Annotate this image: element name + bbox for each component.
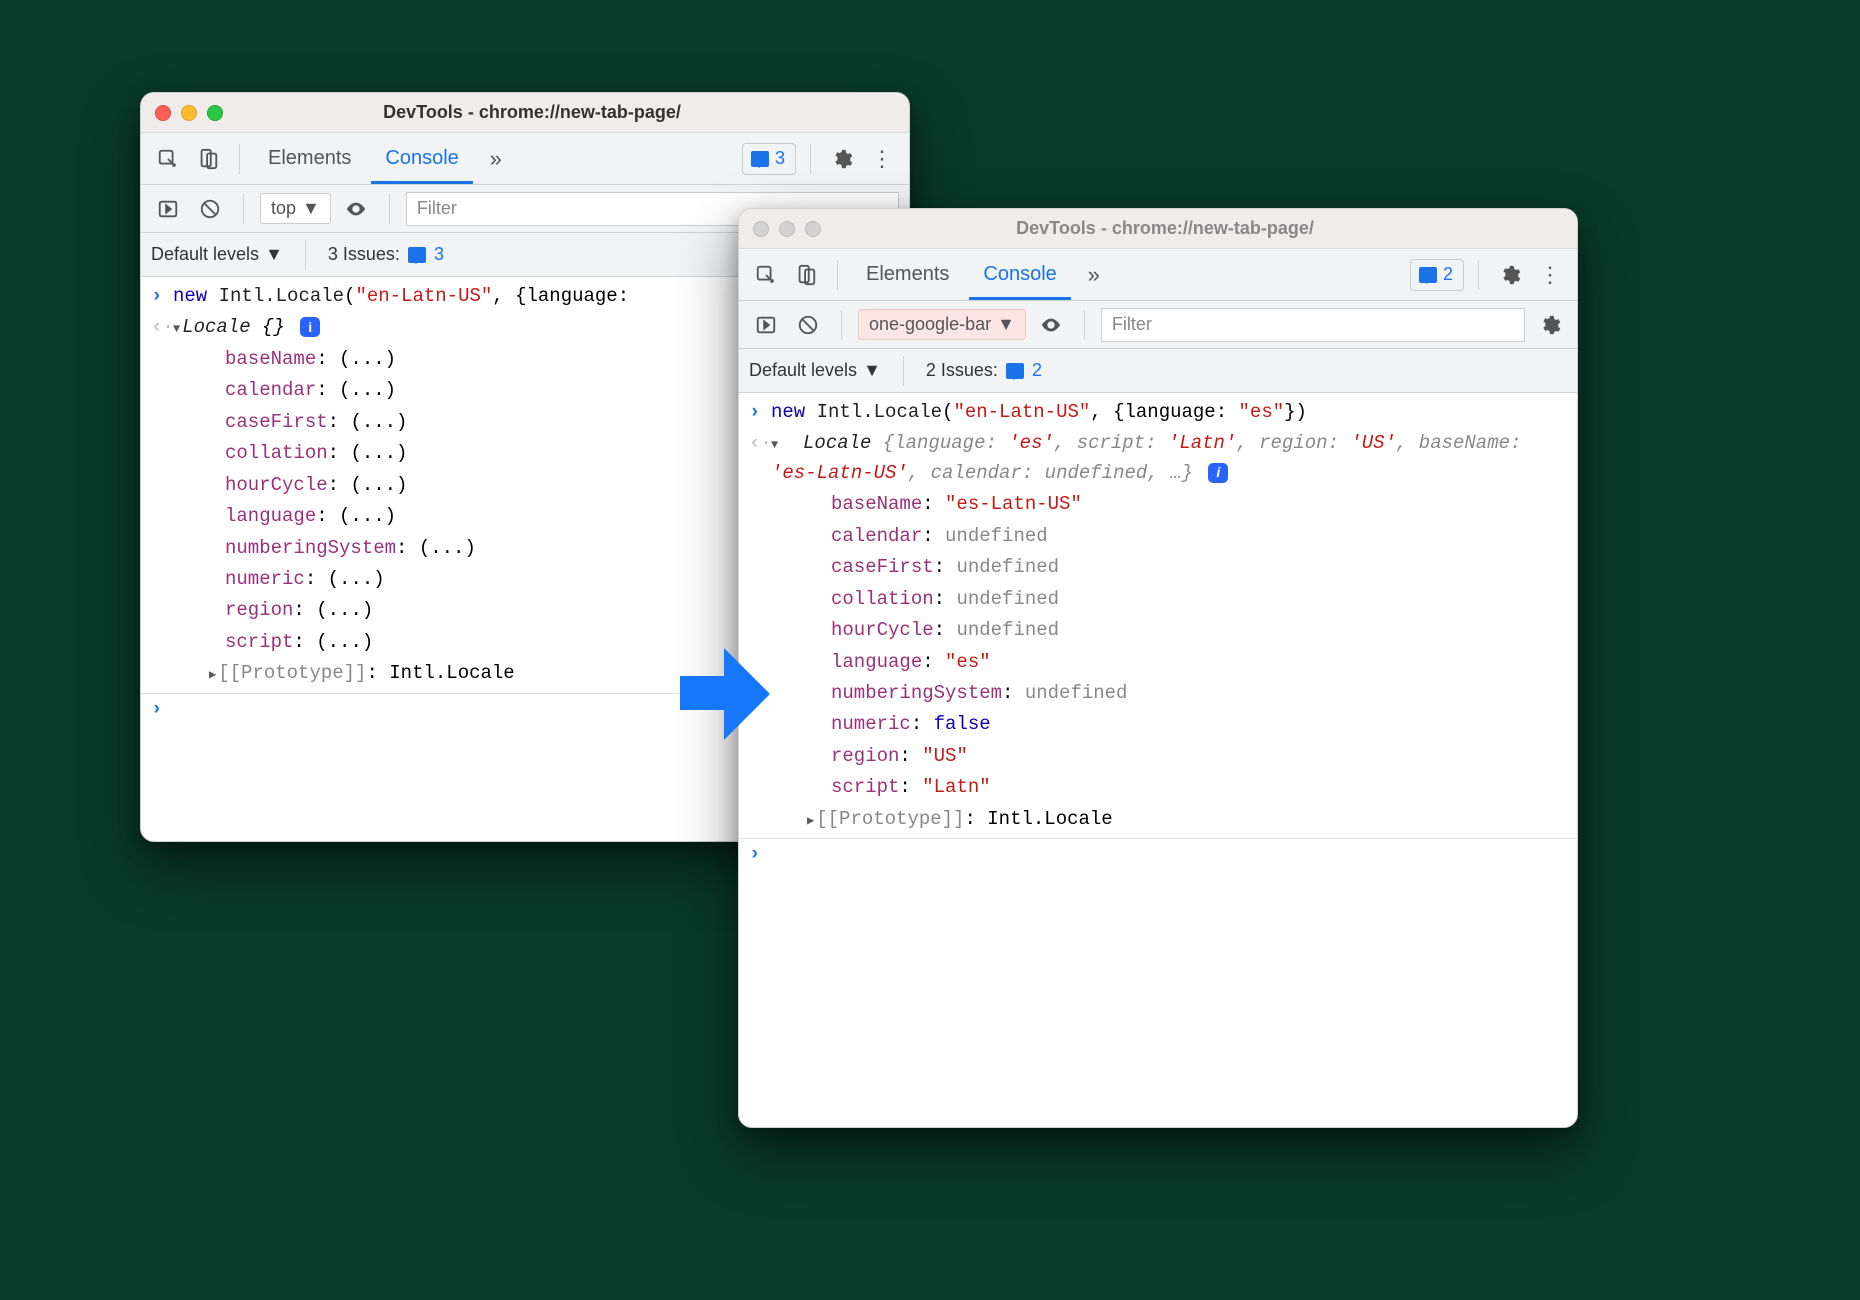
expand-icon bbox=[771, 429, 778, 458]
expand-icon[interactable] bbox=[209, 659, 216, 688]
device-icon[interactable] bbox=[191, 142, 225, 176]
chevron-down-icon: ▼ bbox=[265, 244, 283, 265]
issues-badge[interactable]: 2 bbox=[1410, 259, 1464, 291]
object-property[interactable]: collation: undefined bbox=[771, 585, 1565, 614]
issues-count: 3 bbox=[434, 244, 444, 265]
kebab-icon[interactable]: ⋮ bbox=[1533, 258, 1567, 292]
levels-selector[interactable]: Default levels ▼ bbox=[151, 244, 283, 265]
eye-icon[interactable] bbox=[339, 192, 373, 226]
object-property[interactable]: baseName: "es-Latn-US" bbox=[771, 490, 1565, 519]
tab-elements[interactable]: Elements bbox=[852, 249, 963, 300]
message-icon bbox=[1419, 267, 1437, 283]
eye-icon[interactable] bbox=[1034, 308, 1068, 342]
divider bbox=[841, 310, 842, 340]
sidebar-toggle-icon[interactable] bbox=[749, 308, 783, 342]
chevron-down-icon: ▼ bbox=[302, 198, 320, 219]
divider bbox=[903, 356, 904, 386]
divider bbox=[1478, 260, 1479, 290]
object-property[interactable]: calendar: undefined bbox=[771, 522, 1565, 551]
info-icon[interactable]: i bbox=[300, 317, 320, 337]
message-icon bbox=[1006, 363, 1024, 379]
issues-count: 2 bbox=[1032, 360, 1042, 381]
issues-link[interactable]: 2 Issues: 2 bbox=[926, 360, 1042, 381]
context-label: top bbox=[271, 198, 296, 219]
issues-link[interactable]: 3 Issues: 3 bbox=[328, 244, 444, 265]
console-input-line[interactable]: new Intl.Locale("en-Latn-US", {language:… bbox=[771, 398, 1565, 427]
prompt-icon[interactable]: › bbox=[749, 840, 771, 869]
titlebar[interactable]: DevTools - chrome://new-tab-page/ bbox=[739, 209, 1577, 249]
more-tabs-icon[interactable]: » bbox=[1077, 258, 1111, 292]
prompt-icon: › bbox=[151, 282, 173, 311]
object-property[interactable]: language: "es" bbox=[771, 648, 1565, 677]
object-property[interactable]: numberingSystem: undefined bbox=[771, 679, 1565, 708]
object-property[interactable]: script: "Latn" bbox=[771, 773, 1565, 802]
clear-icon[interactable] bbox=[791, 308, 825, 342]
arrow-icon bbox=[680, 648, 770, 738]
window-title: DevTools - chrome://new-tab-page/ bbox=[169, 102, 895, 123]
inspect-icon[interactable] bbox=[151, 142, 185, 176]
titlebar[interactable]: DevTools - chrome://new-tab-page/ bbox=[141, 93, 909, 133]
filter-placeholder: Filter bbox=[1112, 314, 1152, 335]
tab-console[interactable]: Console bbox=[969, 249, 1070, 300]
console-toolbar-secondary: Default levels ▼ 2 Issues: 2 bbox=[739, 349, 1577, 393]
issues-text: 3 Issues: bbox=[328, 244, 400, 265]
clear-icon[interactable] bbox=[193, 192, 227, 226]
prototype-row[interactable]: [[Prototype]]: Intl.Locale bbox=[771, 805, 1565, 834]
inspect-icon[interactable] bbox=[749, 258, 783, 292]
filter-placeholder: Filter bbox=[417, 198, 457, 219]
chevron-down-icon: ▼ bbox=[997, 314, 1015, 335]
divider bbox=[1084, 310, 1085, 340]
issues-count: 3 bbox=[775, 148, 785, 169]
console-input[interactable] bbox=[771, 840, 1565, 869]
prompt-icon[interactable]: › bbox=[151, 695, 173, 724]
window-title: DevTools - chrome://new-tab-page/ bbox=[767, 218, 1563, 239]
context-selector[interactable]: one-google-bar ▼ bbox=[858, 309, 1026, 340]
devtools-window-right: DevTools - chrome://new-tab-page/ Elemen… bbox=[738, 208, 1578, 1128]
divider bbox=[810, 144, 811, 174]
prompt-icon: › bbox=[749, 398, 771, 427]
result-icon: ‹· bbox=[151, 313, 173, 342]
object-summary[interactable]: Locale {language: 'es', script: 'Latn', … bbox=[771, 429, 1565, 488]
console-output: › new Intl.Locale("en-Latn-US", {languag… bbox=[739, 393, 1577, 871]
context-label: one-google-bar bbox=[869, 314, 991, 335]
tab-elements[interactable]: Elements bbox=[254, 133, 365, 184]
chevron-down-icon: ▼ bbox=[863, 360, 881, 381]
divider bbox=[389, 194, 390, 224]
message-icon bbox=[408, 247, 426, 263]
object-property[interactable]: numeric: false bbox=[771, 710, 1565, 739]
result-icon: ‹· bbox=[749, 429, 771, 488]
tabbar: Elements Console » 2 ⋮ bbox=[739, 249, 1577, 301]
object-property[interactable]: region: "US" bbox=[771, 742, 1565, 771]
context-selector[interactable]: top ▼ bbox=[260, 193, 331, 224]
tab-console[interactable]: Console bbox=[371, 133, 472, 184]
device-icon[interactable] bbox=[789, 258, 823, 292]
gear-icon[interactable] bbox=[1493, 258, 1527, 292]
divider bbox=[305, 240, 306, 270]
filter-input[interactable]: Filter bbox=[1101, 308, 1525, 342]
divider bbox=[837, 260, 838, 290]
divider bbox=[243, 194, 244, 224]
message-icon bbox=[751, 151, 769, 167]
levels-label: Default levels bbox=[151, 244, 259, 265]
console-toolbar: one-google-bar ▼ Filter bbox=[739, 301, 1577, 349]
levels-label: Default levels bbox=[749, 360, 857, 381]
kebab-icon[interactable]: ⋮ bbox=[865, 142, 899, 176]
issues-count: 2 bbox=[1443, 264, 1453, 285]
object-property[interactable]: hourCycle: undefined bbox=[771, 616, 1565, 645]
levels-selector[interactable]: Default levels ▼ bbox=[749, 360, 881, 381]
tabbar: Elements Console » 3 ⋮ bbox=[141, 133, 909, 185]
info-icon: i bbox=[1208, 463, 1228, 483]
object-property[interactable]: caseFirst: undefined bbox=[771, 553, 1565, 582]
issues-badge[interactable]: 3 bbox=[742, 143, 796, 175]
expand-icon[interactable] bbox=[807, 805, 814, 834]
sidebar-toggle-icon[interactable] bbox=[151, 192, 185, 226]
divider bbox=[239, 144, 240, 174]
more-tabs-icon[interactable]: » bbox=[479, 142, 513, 176]
issues-text: 2 Issues: bbox=[926, 360, 998, 381]
gear-icon[interactable] bbox=[1533, 308, 1567, 342]
expand-icon[interactable] bbox=[173, 313, 180, 342]
gear-icon[interactable] bbox=[825, 142, 859, 176]
